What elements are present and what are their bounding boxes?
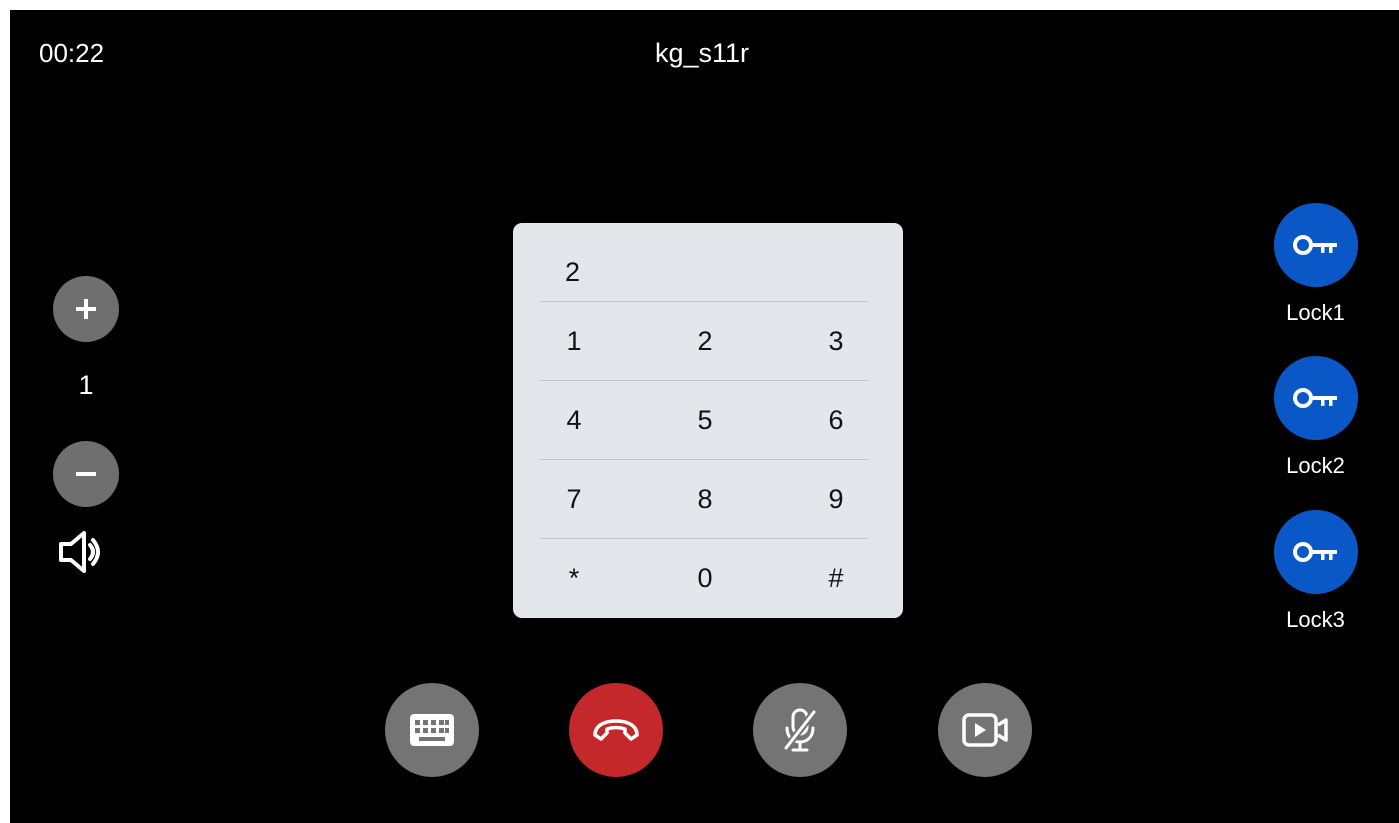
dialed-number-display: 2 <box>540 223 868 302</box>
lock-1-circle[interactable] <box>1273 203 1358 287</box>
caller-name: kg_s11r <box>654 38 750 68</box>
dial-key-4[interactable]: 4 <box>534 381 614 459</box>
speaker-button[interactable] <box>57 528 109 576</box>
lock-1-label: Lock1 <box>1286 300 1345 325</box>
dialpad-toggle-button[interactable] <box>385 683 479 777</box>
lock-2-label: Lock2 <box>1286 453 1345 478</box>
key-icon <box>1292 388 1337 408</box>
key-icon <box>1292 235 1337 255</box>
dial-key-2[interactable]: 2 <box>665 302 745 380</box>
dial-key-0[interactable]: 0 <box>665 539 745 617</box>
dial-key-8[interactable]: 8 <box>665 460 745 538</box>
dial-key-7[interactable]: 7 <box>534 460 614 538</box>
dialpad-row: 7 8 9 <box>540 460 868 539</box>
volume-down-button[interactable] <box>53 441 119 507</box>
dial-key-1[interactable]: 1 <box>534 302 614 380</box>
hang-up-button[interactable] <box>569 683 663 777</box>
lock-2-button[interactable]: Lock2 <box>1268 356 1363 479</box>
keyboard-icon <box>410 714 454 746</box>
dialpad-row: 1 2 3 <box>540 302 868 381</box>
plus-icon <box>76 299 96 319</box>
mute-button[interactable] <box>753 683 847 777</box>
dialpad-row: 4 5 6 <box>540 381 868 460</box>
dialpad-row: * 0 # <box>540 539 868 618</box>
lock-1-button[interactable]: Lock1 <box>1268 203 1363 326</box>
dial-key-9[interactable]: 9 <box>796 460 876 538</box>
dial-key-hash[interactable]: # <box>796 539 876 617</box>
minus-icon <box>76 472 96 476</box>
lock-3-button[interactable]: Lock3 <box>1268 510 1363 633</box>
volume-level: 1 <box>78 370 94 400</box>
video-button[interactable] <box>938 683 1032 777</box>
volume-up-button[interactable] <box>53 276 119 342</box>
lock-2-circle[interactable] <box>1273 356 1358 440</box>
lock-3-circle[interactable] <box>1273 510 1358 594</box>
call-screen: 00:22 kg_s11r 1 2 1 2 3 4 5 6 7 8 9 * 0 … <box>10 10 1399 823</box>
lock-3-label: Lock3 <box>1286 607 1345 632</box>
speaker-icon <box>59 531 100 573</box>
key-icon <box>1292 542 1337 562</box>
video-icon <box>962 713 1008 747</box>
dialpad: 2 1 2 3 4 5 6 7 8 9 * 0 # <box>513 223 903 618</box>
mic-off-icon <box>783 708 817 752</box>
dial-key-3[interactable]: 3 <box>796 302 876 380</box>
dial-key-5[interactable]: 5 <box>665 381 745 459</box>
hang-up-icon <box>593 719 639 741</box>
dial-key-star[interactable]: * <box>534 539 614 617</box>
dialed-digits: 2 <box>565 257 581 287</box>
dial-key-6[interactable]: 6 <box>796 381 876 459</box>
